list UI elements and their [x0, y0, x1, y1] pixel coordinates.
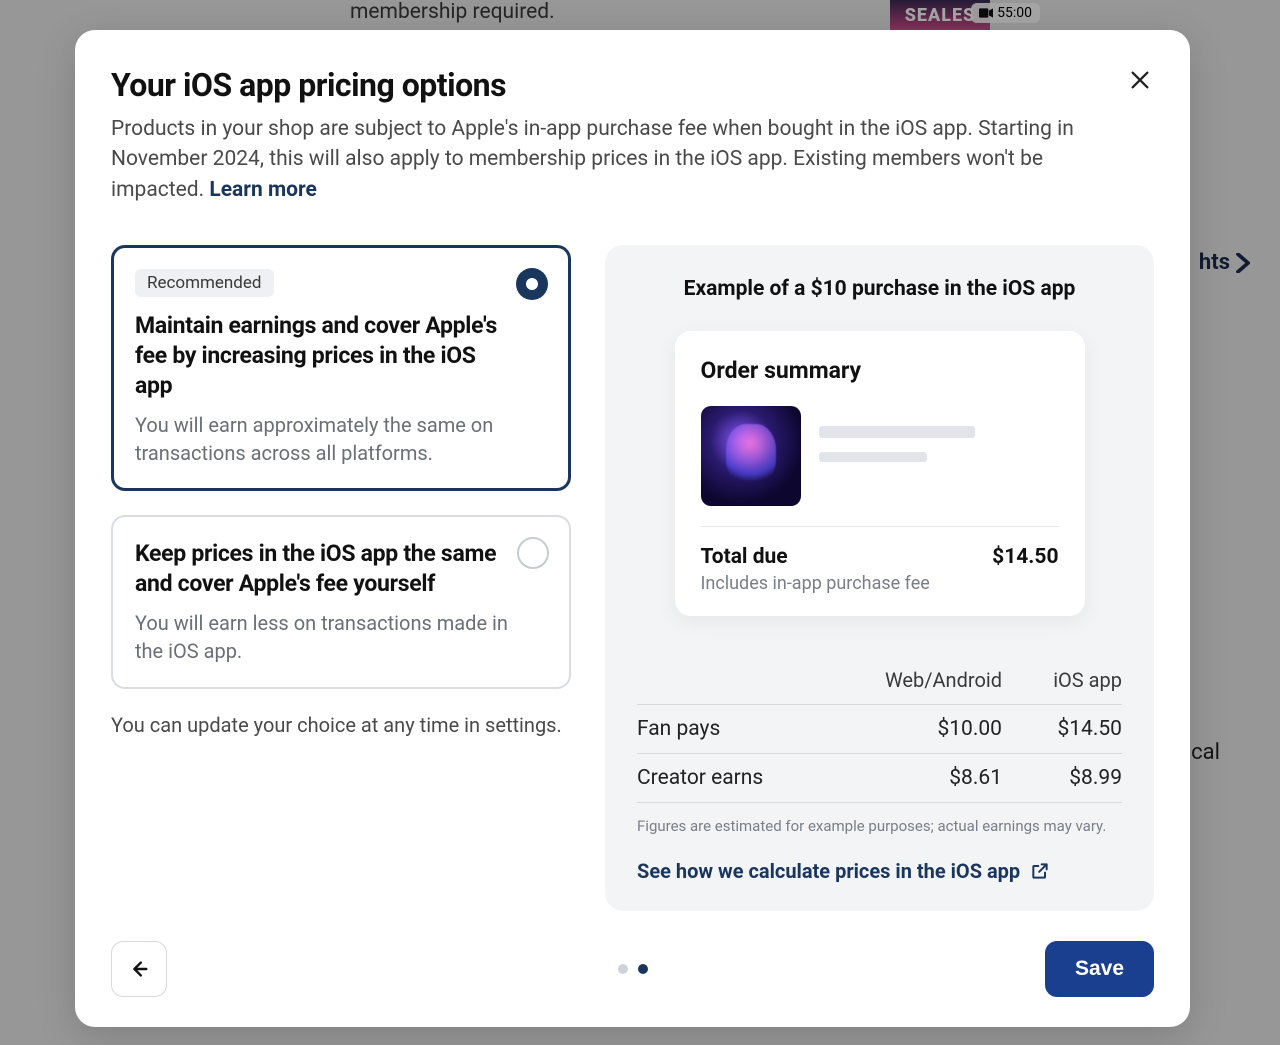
calculation-link[interactable]: See how we calculate prices in the iOS a…	[637, 859, 1050, 883]
total-due-value: $14.50	[992, 545, 1058, 569]
order-summary-card: Order summary Total due $14.50 Includes …	[675, 331, 1085, 616]
row-label: Creator earns	[637, 766, 862, 790]
example-panel: Example of a $10 purchase in the iOS app…	[605, 245, 1154, 911]
product-thumbnail	[701, 406, 801, 506]
page-dot-active	[638, 964, 648, 974]
row-label: Fan pays	[637, 717, 862, 741]
option-maintain-earnings[interactable]: Recommended Maintain earnings and cover …	[111, 245, 571, 491]
table-row: Fan pays $10.00 $14.50	[637, 705, 1122, 754]
option-keep-prices[interactable]: Keep prices in the iOS app the same and …	[111, 515, 571, 689]
row-ios-value: $8.99	[1002, 766, 1122, 790]
table-row: Creator earns $8.61 $8.99	[637, 754, 1122, 803]
back-button[interactable]	[111, 941, 167, 997]
option-description: You will earn less on transactions made …	[135, 609, 509, 665]
option-title: Maintain earnings and cover Apple's fee …	[135, 311, 509, 401]
radio-selected-icon	[516, 268, 548, 300]
external-link-icon	[1030, 861, 1050, 881]
comparison-table: Web/Android iOS app Fan pays $10.00 $14.…	[637, 656, 1122, 803]
save-button[interactable]: Save	[1045, 941, 1154, 997]
table-header-row: Web/Android iOS app	[637, 656, 1122, 705]
col-web-android: Web/Android	[862, 668, 1002, 692]
page-indicator	[618, 964, 648, 974]
modal-header: Your iOS app pricing options Products in…	[111, 66, 1154, 205]
order-summary-heading: Order summary	[701, 357, 1059, 384]
learn-more-link[interactable]: Learn more	[209, 178, 317, 202]
settings-note: You can update your choice at any time i…	[111, 713, 571, 737]
row-ios-value: $14.50	[1002, 717, 1122, 741]
total-due-label: Total due	[701, 545, 788, 569]
modal-subtitle: Products in your shop are subject to App…	[111, 114, 1114, 205]
modal-title: Your iOS app pricing options	[111, 66, 1114, 104]
col-ios-app: iOS app	[1002, 668, 1122, 692]
option-description: You will earn approximately the same on …	[135, 411, 509, 467]
close-button[interactable]	[1122, 62, 1158, 98]
recommended-badge: Recommended	[135, 269, 274, 297]
radio-unselected-icon	[517, 537, 549, 569]
example-heading: Example of a $10 purchase in the iOS app	[637, 277, 1122, 301]
total-due-subtext: Includes in-app purchase fee	[701, 573, 1059, 594]
pricing-modal: Your iOS app pricing options Products in…	[75, 30, 1190, 1027]
placeholder-lines	[819, 406, 1059, 476]
page-dot	[618, 964, 628, 974]
row-web-value: $8.61	[862, 766, 1002, 790]
arrow-left-icon	[128, 958, 150, 980]
close-icon	[1129, 69, 1151, 91]
disclaimer-text: Figures are estimated for example purpos…	[637, 817, 1122, 835]
option-title: Keep prices in the iOS app the same and …	[135, 539, 509, 599]
row-web-value: $10.00	[862, 717, 1002, 741]
